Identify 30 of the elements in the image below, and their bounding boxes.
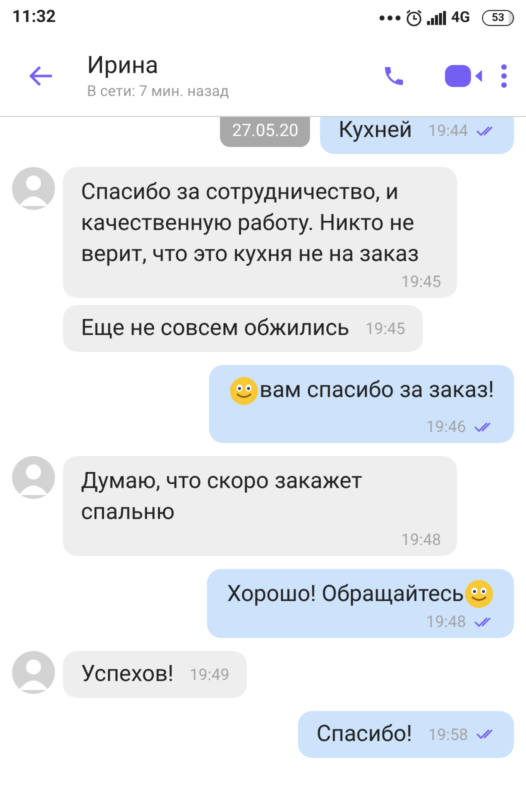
message-text: вам спасибо за заказ! [259,376,494,405]
more-options-icon [501,64,507,88]
message-time: 19:45 [365,318,406,340]
message-time: 19:49 [190,664,230,686]
signal-icon [427,10,448,24]
message-text: Спасибо! [316,720,412,748]
message-text: Хорошо! Обращайтесь [227,580,464,608]
message-time: 19:45 [401,272,441,292]
smiley-icon [464,579,494,609]
contact-status: В сети: 7 мин. назад [87,80,230,102]
smiley-icon [229,376,260,406]
message-time: 19:58 [428,724,468,746]
message-text: Думаю, что скоро закажет спальню [81,466,364,526]
message-time: 19:48 [401,530,441,550]
message-text: Успехов! [81,660,174,688]
message-text: Кухней [338,117,412,145]
video-camera-icon [445,64,483,88]
message-text: Еще не совсем обжились [81,314,350,343]
network-type: 4G [451,7,470,28]
message-time: 19:48 [426,612,466,632]
message-time: 19:44 [428,120,468,142]
clock: 11:32 [12,6,56,29]
alarm-icon [405,8,424,26]
more-dots-icon [379,14,402,20]
back-arrow-icon [28,64,54,86]
date-badge: 27.05.20 [220,117,310,147]
message-text: Спасибо за сотрудничество, и качественную работу. Никто не верит, что это кухня не на заказ [81,178,420,269]
message-time: 19:46 [426,416,466,436]
contact-name: Ирина [87,50,160,80]
battery-icon: 53 [482,10,514,26]
